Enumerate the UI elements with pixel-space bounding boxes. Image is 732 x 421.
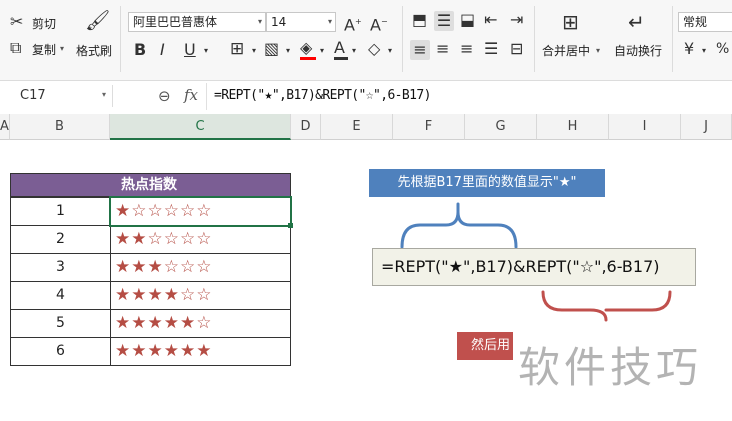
red-brace	[541, 290, 672, 322]
blue-brace	[400, 202, 518, 249]
formula-callout: =REPT("★",B17)&REPT("☆",6-B17)	[372, 248, 696, 286]
red-note: 然后用	[457, 332, 513, 360]
watermark-text: 软件技巧	[518, 343, 703, 392]
